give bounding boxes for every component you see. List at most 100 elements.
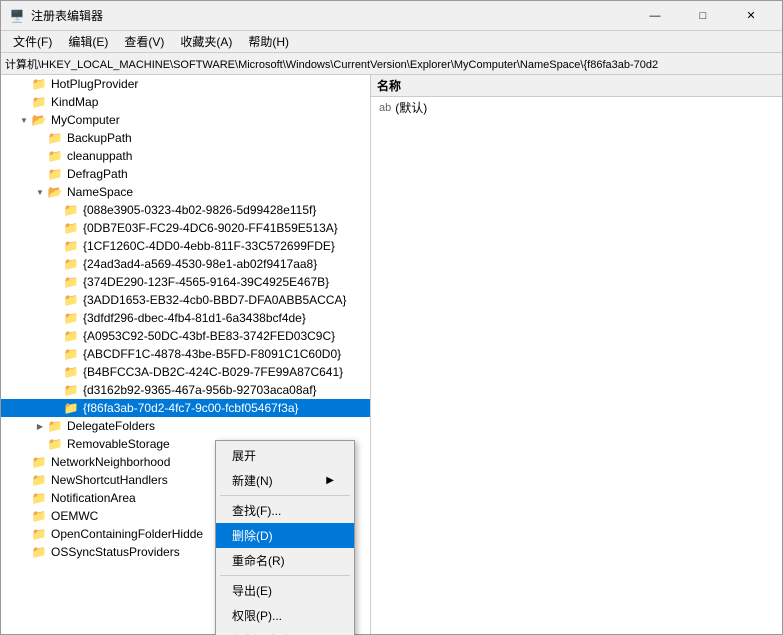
minimize-button[interactable]: — xyxy=(632,1,678,31)
tree-item-label: {088e3905-0323-4b02-9826-5d99428e115f} xyxy=(81,203,370,217)
context-menu: 展开新建(N) ▶ 查找(F)... 删除(D) 重命名(R) 导出(E) 权限(P)...… xyxy=(215,440,355,635)
detail-item: ab (默认) xyxy=(371,97,782,118)
context-menu-item-expand[interactable]: 展开 xyxy=(216,443,354,468)
tree-item-label: DelegateFolders xyxy=(65,419,370,433)
tree-item[interactable]: ▼📂NameSpace xyxy=(1,183,370,201)
expand-btn xyxy=(33,437,47,451)
tree-item-label: {d3162b92-9365-467a-956b-92703aca08af} xyxy=(81,383,370,397)
folder-icon: 📁 xyxy=(31,527,47,541)
address-bar: 计算机\HKEY_LOCAL_MACHINE\SOFTWARE\Microsof… xyxy=(1,53,782,75)
tree-item[interactable]: ▼📂MyComputer xyxy=(1,111,370,129)
tree-item-label: {24ad3ad4-a569-4530-98e1-ab02f9417aa8} xyxy=(81,257,370,271)
tree-item[interactable]: 📁{f86fa3ab-70d2-4fc7-9c00-fcbf05467f3a} xyxy=(1,399,370,417)
expand-btn xyxy=(17,473,31,487)
expand-btn xyxy=(49,383,63,397)
menu-item[interactable]: 查看(V) xyxy=(116,31,172,52)
tree-item-label: {374DE290-123F-4565-9164-39C4925E467B} xyxy=(81,275,370,289)
folder-icon: 📁 xyxy=(31,473,47,487)
expand-btn xyxy=(49,347,63,361)
tree-item-label: DefragPath xyxy=(65,167,370,181)
tree-item[interactable]: 📁cleanuppath xyxy=(1,147,370,165)
tree-item-label: HotPlugProvider xyxy=(49,77,370,91)
detail-header: 名称 xyxy=(371,75,782,97)
tree-item[interactable]: 📁KindMap xyxy=(1,93,370,111)
tree-item-label: KindMap xyxy=(49,95,370,109)
context-menu-label: 展开 xyxy=(232,447,256,464)
window-icon: 🖥️ xyxy=(9,8,25,24)
folder-icon: 📁 xyxy=(47,131,63,145)
folder-icon: 📁 xyxy=(63,365,79,379)
menu-item[interactable]: 编辑(E) xyxy=(60,31,116,52)
expand-btn[interactable]: ▶ xyxy=(33,419,47,433)
tree-item[interactable]: 📁{B4BFCC3A-DB2C-424C-B029-7FE99A87C641} xyxy=(1,363,370,381)
expand-btn xyxy=(49,239,63,253)
context-menu-item-rename[interactable]: 重命名(R) xyxy=(216,548,354,573)
tree-item[interactable]: 📁HotPlugProvider xyxy=(1,75,370,93)
folder-icon: 📁 xyxy=(63,401,79,415)
context-menu-item-export[interactable]: 导出(E) xyxy=(216,578,354,603)
expand-btn[interactable]: ▼ xyxy=(17,113,31,127)
context-menu-label: 权限(P)... xyxy=(232,607,282,624)
context-menu-item-copy-key[interactable]: 复制项名称(C) xyxy=(216,628,354,635)
maximize-button[interactable]: □ xyxy=(680,1,726,31)
expand-btn[interactable]: ▼ xyxy=(33,185,47,199)
tree-item[interactable]: 📁{ABCDFF1C-4878-43be-B5FD-F8091C1C60D0} xyxy=(1,345,370,363)
context-menu-item-perms[interactable]: 权限(P)... xyxy=(216,603,354,628)
folder-icon: 📁 xyxy=(63,221,79,235)
menu-item[interactable]: 帮助(H) xyxy=(240,31,297,52)
tree-item[interactable]: 📁{24ad3ad4-a569-4530-98e1-ab02f9417aa8} xyxy=(1,255,370,273)
context-menu-label: 新建(N) xyxy=(232,472,273,489)
tree-item-label: {ABCDFF1C-4878-43be-B5FD-F8091C1C60D0} xyxy=(81,347,370,361)
folder-icon: 📁 xyxy=(31,509,47,523)
expand-btn xyxy=(49,401,63,415)
expand-btn xyxy=(49,365,63,379)
menu-item[interactable]: 文件(F) xyxy=(5,31,60,52)
folder-icon: 📁 xyxy=(63,203,79,217)
tree-item-label: {1CF1260C-4DD0-4ebb-811F-33C572699FDE} xyxy=(81,239,370,253)
expand-btn xyxy=(17,95,31,109)
tree-item[interactable]: 📁{3ADD1653-EB32-4cb0-BBD7-DFA0ABB5ACCA} xyxy=(1,291,370,309)
expand-btn xyxy=(49,203,63,217)
main-content: 📁HotPlugProvider📁KindMap▼📂MyComputer📁Bac… xyxy=(1,75,782,634)
tree-item[interactable]: 📁{A0953C92-50DC-43bf-BE83-3742FED03C9C} xyxy=(1,327,370,345)
folder-icon: 📁 xyxy=(47,419,63,433)
context-menu-separator xyxy=(220,495,350,496)
menu-bar: 文件(F)编辑(E)查看(V)收藏夹(A)帮助(H) xyxy=(1,31,782,53)
tree-item-label: NameSpace xyxy=(65,185,370,199)
folder-icon: 📁 xyxy=(31,545,47,559)
context-menu-label: 导出(E) xyxy=(232,582,272,599)
tree-item[interactable]: 📁BackupPath xyxy=(1,129,370,147)
tree-item-label: BackupPath xyxy=(65,131,370,145)
menu-item[interactable]: 收藏夹(A) xyxy=(172,31,240,52)
tree-item[interactable]: 📁{088e3905-0323-4b02-9826-5d99428e115f} xyxy=(1,201,370,219)
expand-btn xyxy=(17,509,31,523)
folder-icon: 📁 xyxy=(31,77,47,91)
expand-btn xyxy=(49,311,63,325)
expand-btn xyxy=(17,491,31,505)
tree-item[interactable]: 📁DefragPath xyxy=(1,165,370,183)
tree-item[interactable]: 📁{3dfdf296-dbec-4fb4-81d1-6a3438bcf4de} xyxy=(1,309,370,327)
folder-icon: 📁 xyxy=(63,311,79,325)
context-menu-label: 删除(D) xyxy=(232,527,273,544)
submenu-arrow-icon: ▶ xyxy=(326,475,334,486)
expand-btn xyxy=(49,275,63,289)
tree-item-label: {0DB7E03F-FC29-4DC6-9020-FF41B59E513A} xyxy=(81,221,370,235)
tree-item[interactable]: 📁{0DB7E03F-FC29-4DC6-9020-FF41B59E513A} xyxy=(1,219,370,237)
expand-btn xyxy=(17,455,31,469)
context-menu-item-find[interactable]: 查找(F)... xyxy=(216,498,354,523)
tree-item[interactable]: 📁{d3162b92-9365-467a-956b-92703aca08af} xyxy=(1,381,370,399)
close-button[interactable]: ✕ xyxy=(728,1,774,31)
tree-item-label: MyComputer xyxy=(49,113,370,127)
folder-icon: 📁 xyxy=(63,257,79,271)
folder-icon: 📁 xyxy=(31,491,47,505)
tree-item[interactable]: ▶📁DelegateFolders xyxy=(1,417,370,435)
tree-item[interactable]: 📁{374DE290-123F-4565-9164-39C4925E467B} xyxy=(1,273,370,291)
expand-btn xyxy=(17,77,31,91)
context-menu-label: 查找(F)... xyxy=(232,502,281,519)
context-menu-label: 重命名(R) xyxy=(232,552,285,569)
detail-panel: 名称 ab (默认) xyxy=(371,75,782,634)
context-menu-item-delete[interactable]: 删除(D) xyxy=(216,523,354,548)
ab-icon: ab xyxy=(379,102,391,114)
tree-item[interactable]: 📁{1CF1260C-4DD0-4ebb-811F-33C572699FDE} xyxy=(1,237,370,255)
context-menu-item-new[interactable]: 新建(N) ▶ xyxy=(216,468,354,493)
